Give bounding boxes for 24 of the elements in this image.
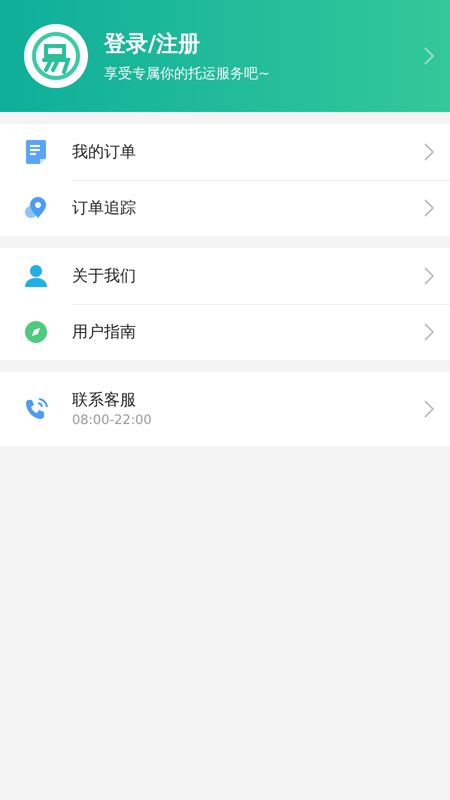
person-icon	[25, 265, 47, 287]
menu-label: 用户指南	[72, 322, 137, 342]
service-hours: 08:00-22:00	[72, 413, 153, 428]
menu-item[interactable]: 订单追踪	[0, 180, 450, 236]
header-subtitle: 享受专属你的托运服务吧~	[104, 65, 271, 83]
phone-icon	[24, 397, 48, 421]
menu-item[interactable]: 关于我们	[0, 248, 450, 304]
menu-label: 我的订单	[72, 142, 137, 162]
menu-label: 订单追踪	[72, 198, 137, 218]
document-icon	[26, 140, 46, 164]
chevron-icon	[424, 47, 434, 65]
chevron-icon	[424, 400, 434, 418]
chevron-icon	[424, 323, 434, 341]
logo-icon	[24, 24, 88, 88]
location-pin-icon	[24, 196, 48, 220]
menu-item[interactable]: 联系客服 08:00-22:00	[0, 372, 450, 446]
compass-icon	[25, 321, 47, 343]
chevron-icon	[424, 267, 434, 285]
menu-item[interactable]: 用户指南	[0, 304, 450, 360]
chevron-icon	[424, 143, 434, 161]
chevron-icon	[424, 199, 434, 217]
menu-label: 关于我们	[72, 266, 137, 286]
menu-label: 联系客服	[72, 390, 137, 411]
menu-item[interactable]: 我的订单	[0, 124, 450, 180]
